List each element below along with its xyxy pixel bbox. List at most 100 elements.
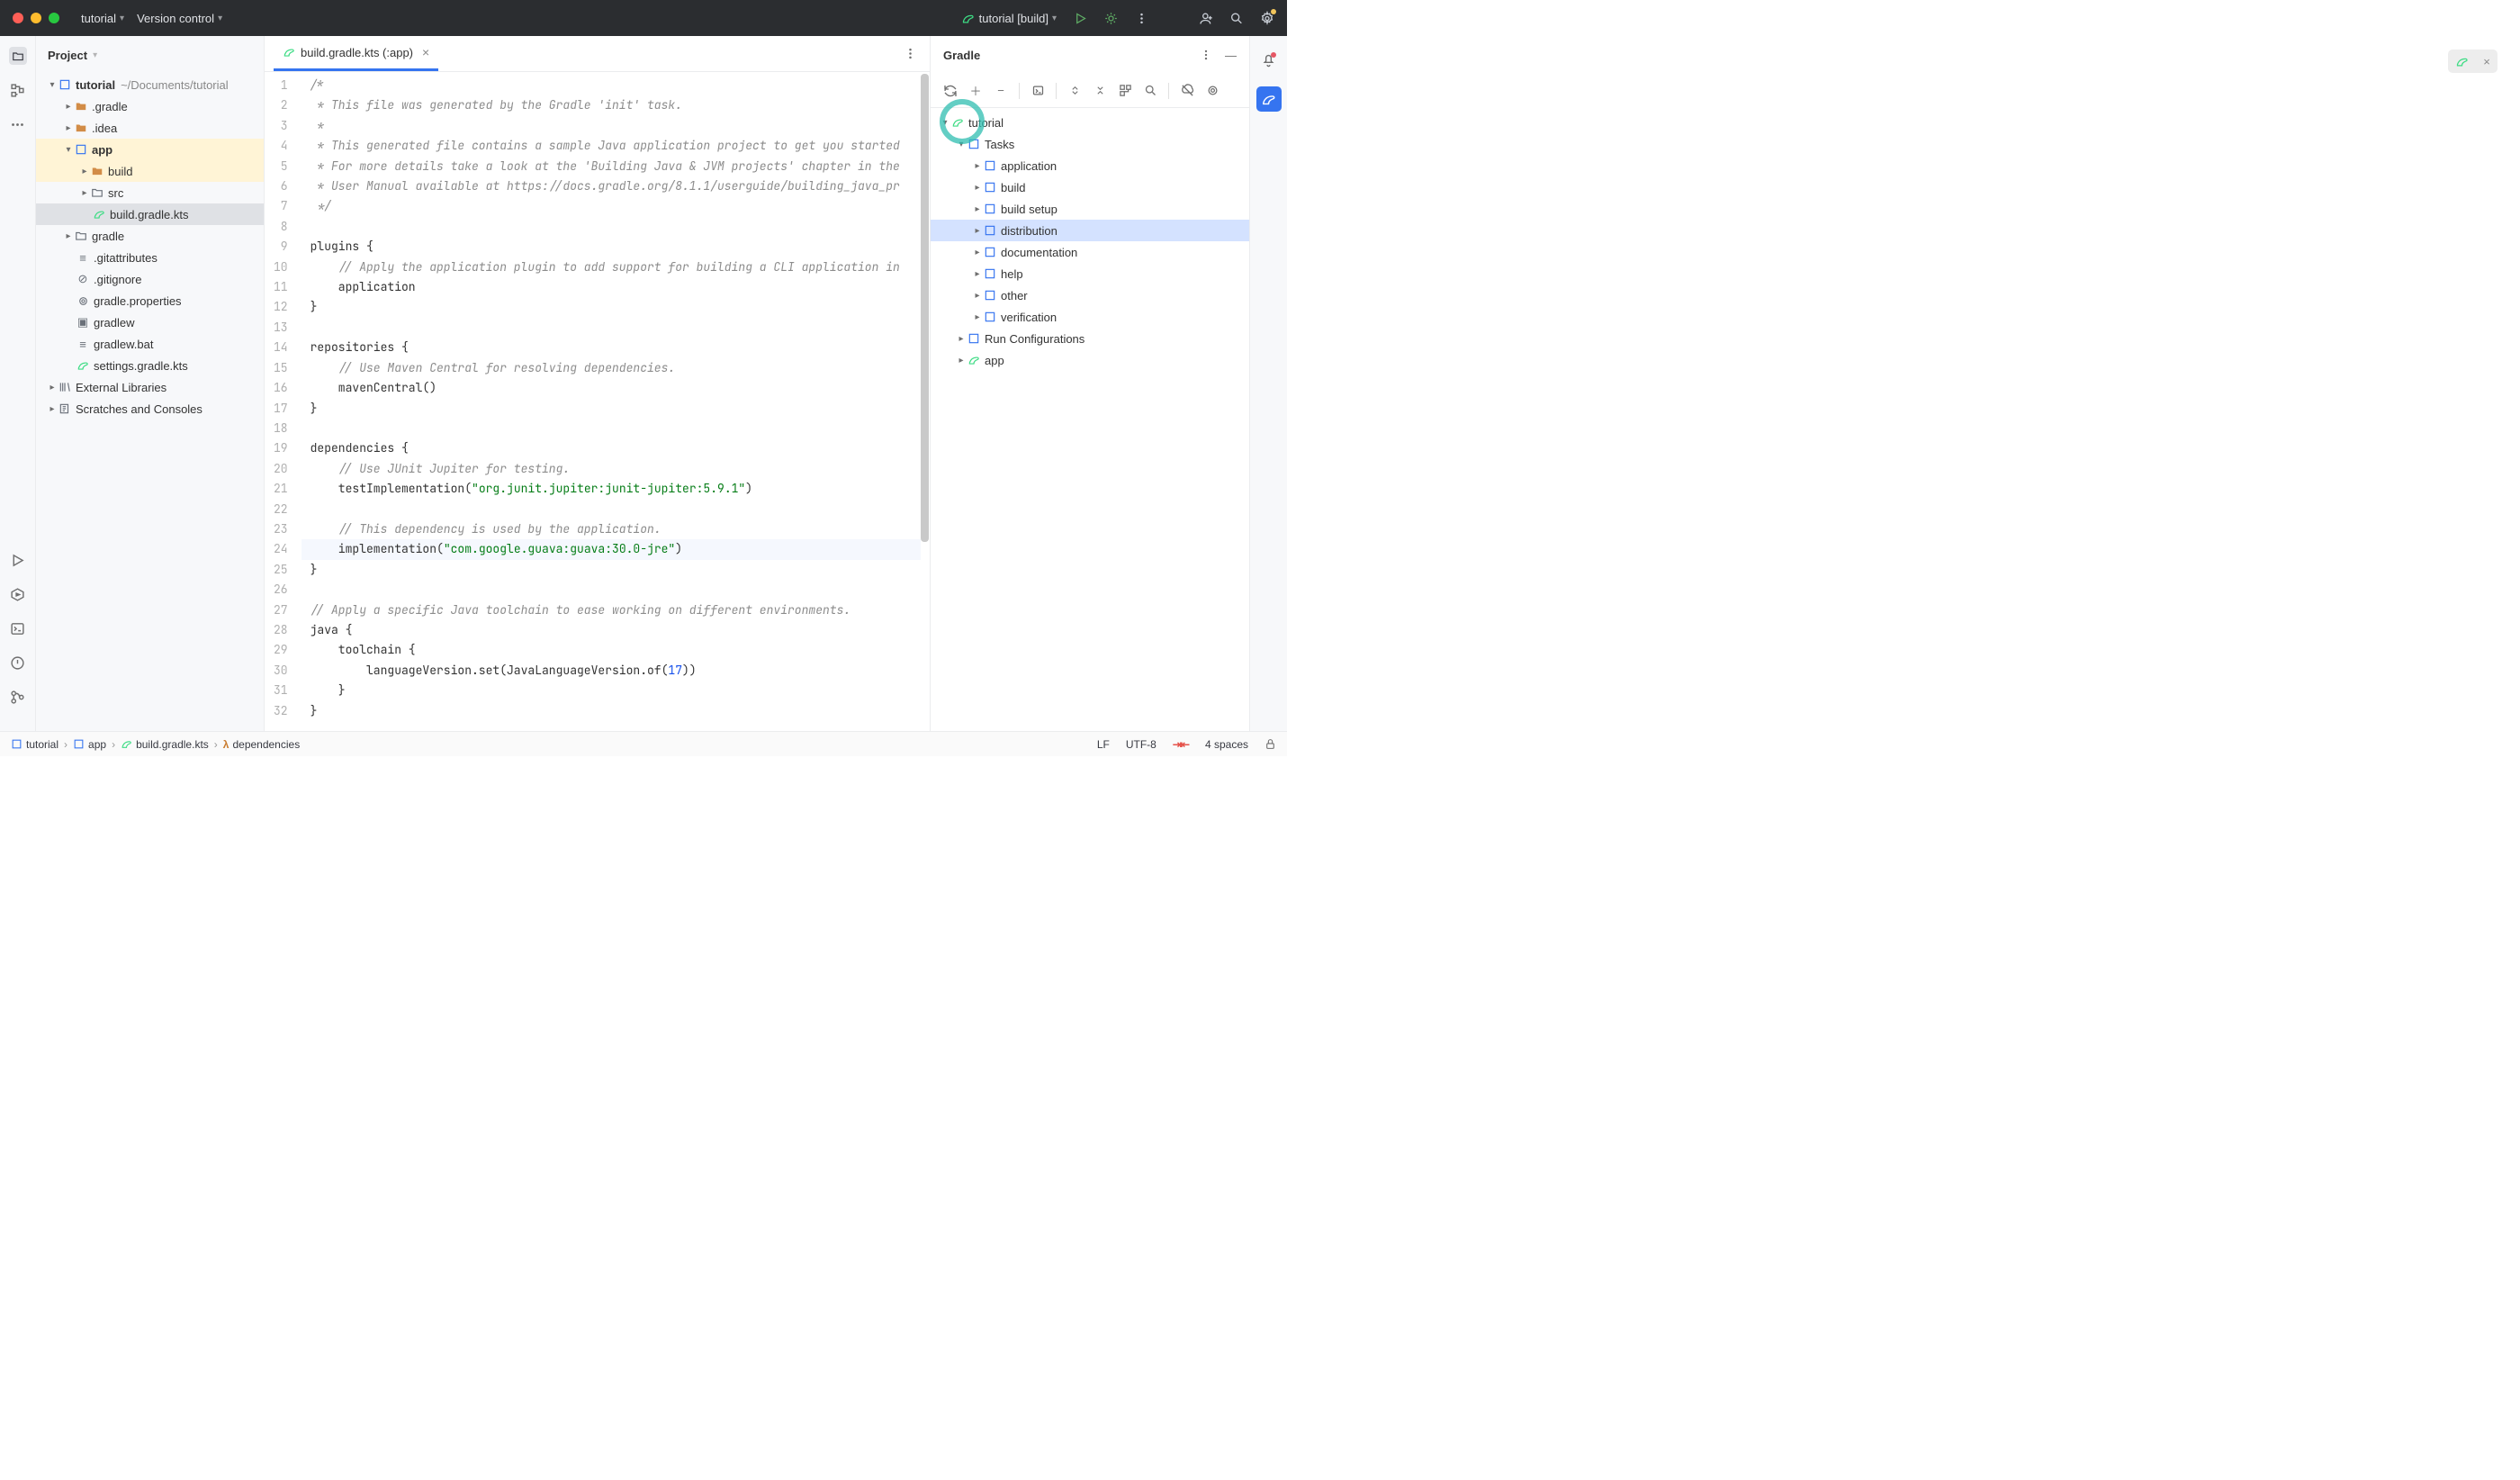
tree-item-external-libraries[interactable]: ▸ External Libraries <box>36 376 264 398</box>
gradle-task-group[interactable]: ▸distribution <box>931 220 1249 241</box>
tab-more-icon[interactable] <box>904 47 917 60</box>
gradle-tree[interactable]: ▾ tutorial ▾ Tasks ▸application▸build▸bu… <box>931 108 1249 731</box>
chevron-down-icon[interactable]: ▾ <box>93 50 97 60</box>
module-icon <box>74 143 88 156</box>
file-encoding[interactable]: UTF-8 <box>1126 738 1156 751</box>
editor-tab[interactable]: build.gradle.kts (:app) × <box>274 36 438 71</box>
tree-item-src[interactable]: ▸ src <box>36 182 264 203</box>
tree-item-app[interactable]: ▾ app <box>36 139 264 160</box>
shell-icon: ▣ <box>76 315 90 329</box>
gradle-run-configs[interactable]: ▸ Run Configurations <box>931 328 1249 349</box>
folder-icon <box>74 122 88 134</box>
run-tool-button[interactable] <box>9 551 27 569</box>
gradle-file-icon <box>76 359 90 372</box>
readonly-lock-icon[interactable] <box>1264 738 1276 750</box>
execute-task-button[interactable] <box>1027 80 1048 102</box>
gradle-task-group[interactable]: ▸build <box>931 176 1249 198</box>
tree-item-gradle-dir[interactable]: ▸ .gradle <box>36 95 264 117</box>
task-folder-icon <box>983 289 997 302</box>
libraries-icon <box>58 381 72 393</box>
breadcrumb-item[interactable]: build.gradle.kts <box>121 738 209 751</box>
gradle-task-group[interactable]: ▸documentation <box>931 241 1249 263</box>
main-area: Project ▾ ▾ tutorial ~/Documents/tutoria… <box>0 36 1287 731</box>
indent-guide-icon[interactable]: ⇥⇤ <box>1173 738 1189 751</box>
breadcrumbs[interactable]: tutorial›app›build.gradle.kts›λdependenc… <box>11 738 300 751</box>
breadcrumb-item[interactable]: tutorial <box>11 738 58 751</box>
gradle-panel-title: Gradle <box>943 49 980 62</box>
minimize-window[interactable] <box>31 13 41 23</box>
editor-scrollbar[interactable] <box>920 72 930 731</box>
code-editor[interactable]: 1234567891011121314151617181920212223242… <box>265 72 930 731</box>
run-config-dropdown[interactable]: tutorial [build] ▾ <box>961 11 1057 25</box>
debug-button[interactable] <box>1103 11 1118 25</box>
close-tab-icon[interactable]: × <box>422 45 429 59</box>
project-dropdown[interactable]: tutorial ▾ <box>81 12 124 25</box>
search-everywhere-icon[interactable] <box>1229 11 1244 25</box>
analyze-button[interactable] <box>1139 80 1161 102</box>
project-tree[interactable]: ▾ tutorial ~/Documents/tutorial ▸ .gradl… <box>36 74 264 731</box>
gradle-task-group[interactable]: ▸help <box>931 263 1249 284</box>
tree-item-scratches[interactable]: ▸ Scratches and Consoles <box>36 398 264 420</box>
more-tool-button[interactable] <box>9 115 27 133</box>
editor-tabbar: build.gradle.kts (:app) × <box>265 36 930 72</box>
project-root[interactable]: ▾ tutorial ~/Documents/tutorial <box>36 74 264 95</box>
code-body[interactable]: /* * This file was generated by the Grad… <box>302 72 930 731</box>
problems-tool-button[interactable] <box>9 654 27 672</box>
vcs-dropdown[interactable]: Version control ▾ <box>137 12 222 25</box>
project-panel: Project ▾ ▾ tutorial ~/Documents/tutoria… <box>36 36 265 731</box>
collapse-all-button[interactable] <box>1089 80 1111 102</box>
gradle-file-icon <box>92 208 106 221</box>
tree-item-idea-dir[interactable]: ▸ .idea <box>36 117 264 139</box>
expand-all-button[interactable] <box>1064 80 1085 102</box>
structure-tool-button[interactable] <box>9 81 27 99</box>
build-settings-button[interactable] <box>1202 80 1223 102</box>
code-with-me-icon[interactable] <box>1199 11 1213 25</box>
reload-button[interactable] <box>940 80 961 102</box>
task-folder-icon <box>983 224 997 237</box>
gradle-task-group[interactable]: ▸application <box>931 155 1249 176</box>
gradle-task-group[interactable]: ▸verification <box>931 306 1249 328</box>
line-gutter: 1234567891011121314151617181920212223242… <box>265 72 302 731</box>
services-tool-button[interactable] <box>9 585 27 603</box>
zoom-window[interactable] <box>49 13 59 23</box>
gradle-app-node[interactable]: ▸ app <box>931 349 1249 371</box>
project-tool-button[interactable] <box>9 47 27 65</box>
gradle-tool-button[interactable] <box>1256 86 1282 112</box>
chevron-down-icon: ▾ <box>218 14 222 23</box>
remove-button[interactable]: − <box>990 80 1012 102</box>
more-menu[interactable] <box>1134 11 1148 25</box>
breadcrumb-item[interactable]: λdependencies <box>223 738 300 751</box>
close-window[interactable] <box>13 13 23 23</box>
tree-item-build-gradle-kts[interactable]: build.gradle.kts <box>36 203 264 225</box>
tree-item-gitignore[interactable]: ⊘ .gitignore <box>36 268 264 290</box>
panel-options-icon[interactable] <box>1200 49 1212 61</box>
terminal-tool-button[interactable] <box>9 619 27 637</box>
task-folder-icon <box>983 267 997 280</box>
line-separator[interactable]: LF <box>1097 738 1110 751</box>
tree-item-settings-gradle[interactable]: settings.gradle.kts <box>36 355 264 376</box>
add-button[interactable]: ＋ <box>965 80 986 102</box>
gradle-root[interactable]: ▾ tutorial <box>931 112 1249 133</box>
hide-panel-icon[interactable]: — <box>1225 49 1237 62</box>
gradle-task-group[interactable]: ▸build setup <box>931 198 1249 220</box>
tree-item-gradle-properties[interactable]: gradle.properties <box>36 290 264 311</box>
offline-mode-button[interactable] <box>1176 80 1198 102</box>
tree-item-gradlew-bat[interactable]: ≡ gradlew.bat <box>36 333 264 355</box>
project-panel-header: Project ▾ <box>36 36 264 74</box>
gradle-tasks-node[interactable]: ▾ Tasks <box>931 133 1249 155</box>
vcs-tool-button[interactable] <box>9 688 27 706</box>
settings-icon[interactable] <box>1260 11 1274 25</box>
chevron-down-icon: ▾ <box>1052 14 1057 23</box>
tree-item-build[interactable]: ▸ build <box>36 160 264 182</box>
breadcrumb-item[interactable]: app <box>73 738 106 751</box>
indent-setting[interactable]: 4 spaces <box>1205 738 1248 751</box>
tree-item-gradle[interactable]: ▸ gradle <box>36 225 264 247</box>
dependencies-button[interactable] <box>1114 80 1136 102</box>
breadcrumb-icon <box>11 738 22 750</box>
tree-item-gradlew[interactable]: ▣ gradlew <box>36 311 264 333</box>
notifications-button[interactable] <box>1256 47 1282 72</box>
tree-item-gitattributes[interactable]: ≡ .gitattributes <box>36 247 264 268</box>
gradle-task-group[interactable]: ▸other <box>931 284 1249 306</box>
run-button[interactable] <box>1073 11 1087 25</box>
window-controls <box>13 13 59 23</box>
